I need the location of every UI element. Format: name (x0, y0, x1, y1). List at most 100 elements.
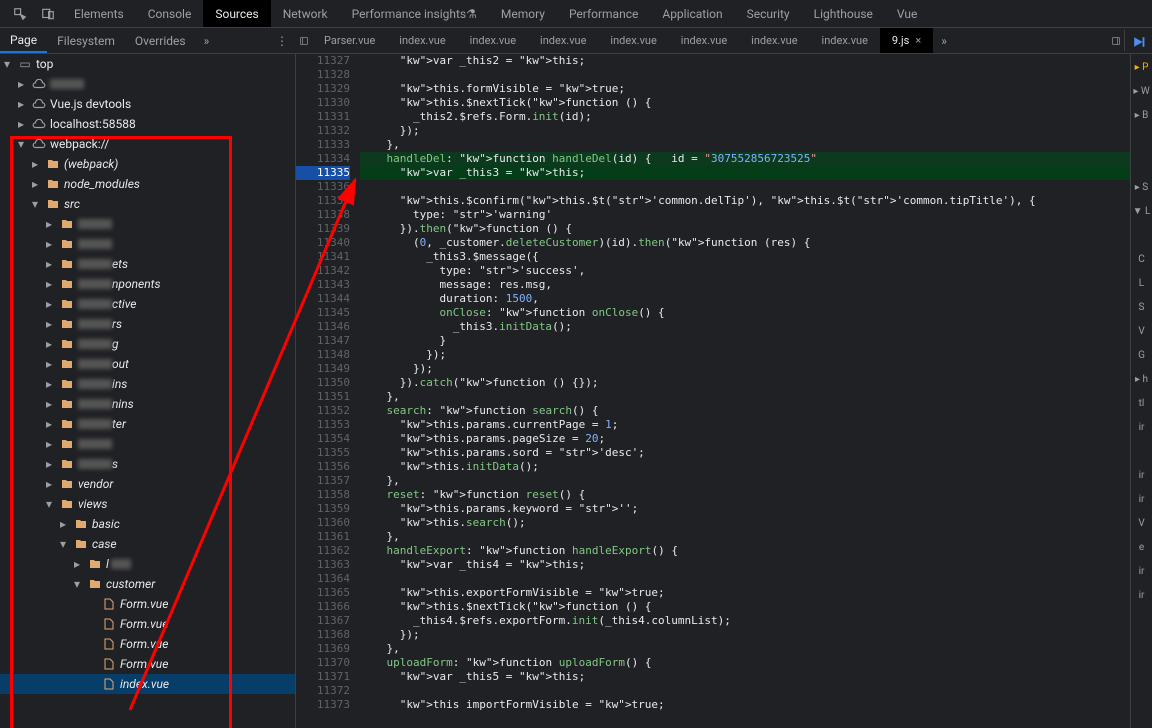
debug-section-10[interactable]: S (1131, 298, 1152, 316)
file-navigator[interactable]: ▭top Vue.js devtools localhost:58588 web… (0, 54, 296, 728)
debug-section-14[interactable]: tl (1131, 394, 1152, 412)
debug-section-4[interactable] (1131, 154, 1152, 172)
nav-more-icon[interactable]: » (196, 34, 218, 48)
panel-console[interactable]: Console (136, 0, 204, 27)
tree-src[interactable]: src (0, 194, 295, 214)
file-icon (102, 598, 116, 610)
debug-section-2[interactable]: ▸ B (1131, 106, 1152, 124)
open-file-6[interactable]: index.vue (739, 28, 809, 53)
debug-section-0[interactable]: ▸ P (1131, 58, 1152, 76)
tree-src-sub-2[interactable]: ets (0, 254, 295, 274)
tree-views[interactable]: views (0, 494, 295, 514)
tree-customer[interactable]: customer (0, 574, 295, 594)
tree-src-sub-10[interactable]: ter (0, 414, 295, 434)
open-file-1[interactable]: index.vue (387, 28, 457, 53)
nav-page[interactable]: Page (0, 28, 47, 53)
tree-src-sub-11[interactable] (0, 434, 295, 454)
line-gutter[interactable]: 1132711328113291133011331113321133311334… (296, 54, 356, 728)
panel-elements[interactable]: Elements (62, 0, 136, 27)
debug-section-20[interactable]: e (1131, 538, 1152, 556)
tree-vendor[interactable]: vendor (0, 474, 295, 494)
debug-section-12[interactable]: G (1131, 346, 1152, 364)
close-icon[interactable]: × (915, 34, 921, 47)
panel-sources[interactable]: Sources (203, 0, 270, 27)
debug-section-6[interactable]: ▼ L (1131, 202, 1152, 220)
tree-src-sub-7[interactable]: out (0, 354, 295, 374)
tree-src-sub-12[interactable]: s (0, 454, 295, 474)
open-file-4[interactable]: index.vue (598, 28, 668, 53)
debug-section-7[interactable] (1131, 226, 1152, 244)
nav-overrides[interactable]: Overrides (125, 28, 196, 53)
debug-section-11[interactable]: V (1131, 322, 1152, 340)
panel-memory[interactable]: Memory (489, 0, 557, 27)
tree-case[interactable]: case (0, 534, 295, 554)
open-file-2[interactable]: index.vue (458, 28, 528, 53)
tree-localhost[interactable]: localhost:58588 (0, 114, 295, 134)
inspect-icon[interactable] (12, 6, 28, 22)
tree-webpack-sub-0[interactable]: (webpack) (0, 154, 295, 174)
debugger-panel[interactable]: ▸ P▸ W▸ B ▸ S▼ L CLSVG▸ htlir irirVeirir (1130, 54, 1152, 728)
tree-basic[interactable]: basic (0, 514, 295, 534)
device-icon[interactable] (40, 6, 56, 22)
tree-vue-devtools[interactable]: Vue.js devtools (0, 94, 295, 114)
toggle-debugger-icon[interactable] (1108, 35, 1124, 47)
nav-options-icon[interactable]: ⋮ (268, 34, 296, 48)
tree-file-form-1[interactable]: Form.vue (0, 614, 295, 634)
code-content[interactable]: "kw">var _this2 = "kw">this; "kw">this.f… (356, 54, 1130, 728)
tree-l[interactable]: l (0, 554, 295, 574)
tree-src-sub-4[interactable]: ctive (0, 294, 295, 314)
open-file-0[interactable]: Parser.vue (312, 28, 387, 53)
tree-src-sub-9[interactable]: nins (0, 394, 295, 414)
debug-section-9[interactable]: L (1131, 274, 1152, 292)
open-file-8[interactable]: 9.js× (880, 28, 933, 53)
folder-icon (74, 538, 88, 550)
debug-section-8[interactable]: C (1131, 250, 1152, 268)
open-file-7[interactable]: index.vue (810, 28, 880, 53)
debug-section-17[interactable]: ir (1131, 466, 1152, 484)
debug-section-16[interactable] (1131, 442, 1152, 460)
tree-src-sub-8[interactable]: ins (0, 374, 295, 394)
debug-section-19[interactable]: V (1131, 514, 1152, 532)
debug-section-3[interactable] (1131, 130, 1152, 148)
toggle-navigator-icon[interactable] (296, 35, 312, 47)
tree-file-form-3[interactable]: Form.vue (0, 654, 295, 674)
tree-file-form-2[interactable]: Form.vue (0, 634, 295, 654)
cloud-icon (32, 119, 46, 129)
tree-top[interactable]: ▭top (0, 54, 295, 74)
debug-section-22[interactable]: ir (1131, 586, 1152, 604)
folder-icon (60, 458, 74, 470)
tree-src-sub-1[interactable] (0, 234, 295, 254)
resume-icon[interactable] (1133, 36, 1145, 51)
tree-file-form-0[interactable]: Form.vue (0, 594, 295, 614)
tree-file-index[interactable]: index.vue (0, 674, 295, 694)
flask-icon: ⚗ (466, 7, 477, 21)
debug-section-5[interactable]: ▸ S (1131, 178, 1152, 196)
panel-perf-insights[interactable]: Performance insights ⚗ (340, 0, 489, 27)
panel-vue[interactable]: Vue (885, 0, 929, 27)
devtools-tabs: Elements Console Sources Network Perform… (0, 0, 1152, 28)
tree-webpack-sub-1[interactable]: node_modules (0, 174, 295, 194)
panel-application[interactable]: Application (650, 0, 734, 27)
open-file-5[interactable]: index.vue (669, 28, 739, 53)
panel-network[interactable]: Network (271, 0, 340, 27)
debug-section-1[interactable]: ▸ W (1131, 82, 1152, 100)
debug-section-13[interactable]: ▸ h (1131, 370, 1152, 388)
nav-filesystem[interactable]: Filesystem (47, 28, 125, 53)
folder-icon (60, 438, 74, 450)
panel-lighthouse[interactable]: Lighthouse (802, 0, 885, 27)
tree-webpack[interactable]: webpack:// (0, 134, 295, 154)
tree-src-sub-3[interactable]: nponents (0, 274, 295, 294)
tree-domain-0[interactable] (0, 74, 295, 94)
file-icon (102, 678, 116, 690)
panel-security[interactable]: Security (735, 0, 802, 27)
tree-src-sub-5[interactable]: rs (0, 314, 295, 334)
debug-section-15[interactable]: ir (1131, 418, 1152, 436)
debug-section-18[interactable]: ir (1131, 490, 1152, 508)
debug-section-21[interactable]: ir (1131, 562, 1152, 580)
panel-performance[interactable]: Performance (557, 0, 650, 27)
tree-src-sub-0[interactable] (0, 214, 295, 234)
open-file-3[interactable]: index.vue (528, 28, 598, 53)
tree-src-sub-6[interactable]: g (0, 334, 295, 354)
open-files-more-icon[interactable]: » (933, 34, 955, 48)
folder-icon (60, 498, 74, 510)
